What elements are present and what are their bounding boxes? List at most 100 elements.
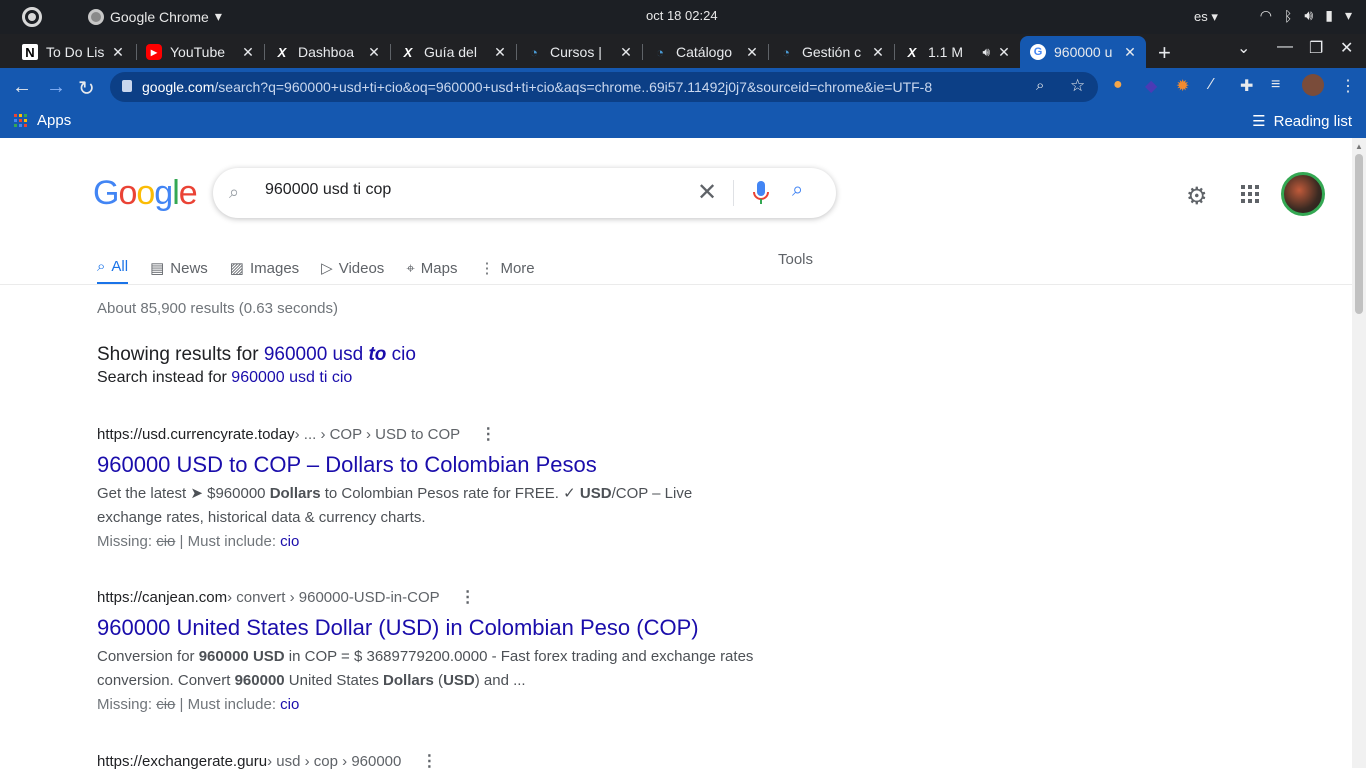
- result-snippet: Conversion for 960000 USD in COP = $ 368…: [97, 648, 754, 689]
- chevron-down-icon: ▾: [214, 8, 222, 24]
- search-result: https://exchangerate.guru › usd › cop › …: [97, 751, 757, 771]
- x-brand-icon: X: [907, 44, 917, 60]
- maximize-button[interactable]: ❐: [1309, 38, 1323, 58]
- close-icon[interactable]: ✕: [996, 44, 1012, 61]
- url-text[interactable]: google.com/search?q=960000+usd+ti+cio&oq…: [142, 79, 932, 95]
- tab-playing-audio[interactable]: X 1.1 M 🔊︎ ✕: [882, 36, 1020, 68]
- google-apps-icon[interactable]: [1241, 185, 1259, 203]
- x-brand-icon: X: [277, 44, 287, 60]
- result-url[interactable]: https://exchangerate.guru › usd › cop › …: [97, 751, 757, 771]
- reading-list-icon: ☰: [1252, 113, 1266, 130]
- site-icon: ◔: [530, 44, 538, 60]
- search-icon: ⌕: [97, 258, 106, 275]
- minimize-button[interactable]: —: [1277, 38, 1293, 56]
- corrected-query-link[interactable]: 960000 usd to cio: [264, 344, 416, 365]
- must-include-link[interactable]: cio: [280, 533, 299, 550]
- search-result: https://usd.currencyrate.today › ... › C…: [97, 424, 757, 554]
- profile-avatar[interactable]: [1302, 74, 1324, 96]
- image-icon: ▨: [229, 260, 244, 277]
- apps-grid-icon: [14, 114, 27, 127]
- media-control-icon[interactable]: ≡: [1271, 76, 1280, 94]
- account-avatar[interactable]: [1281, 172, 1325, 216]
- tab-cursos[interactable]: ◔ Cursos | ✕: [504, 36, 642, 68]
- missing-terms: Missing: cio | Must include: cio: [97, 533, 300, 550]
- input-language[interactable]: es ▾: [1194, 9, 1218, 25]
- google-logo[interactable]: Google: [93, 174, 198, 213]
- page-scrollbar[interactable]: ▲: [1352, 138, 1366, 768]
- reading-list-button[interactable]: ☰ Reading list: [1252, 112, 1352, 131]
- tab-videos[interactable]: ▷ Videos: [321, 251, 384, 285]
- volume-icon: 🔊︎: [1304, 7, 1314, 23]
- reload-button[interactable]: ↻: [78, 76, 95, 101]
- new-tab-button[interactable]: +: [1158, 40, 1171, 66]
- search-icon: ⌕: [229, 182, 240, 202]
- tab-more[interactable]: ⋮ More: [479, 251, 534, 285]
- x-brand-icon: X: [403, 44, 413, 60]
- tab-images[interactable]: ▨ Images: [230, 251, 299, 285]
- menu-icon[interactable]: ⋮: [1340, 76, 1356, 96]
- apps-shortcut[interactable]: Apps: [14, 112, 71, 129]
- chrome-icon: [88, 8, 104, 25]
- extension-icon[interactable]: ◆: [1145, 76, 1157, 96]
- more-vert-icon[interactable]: ⋮: [480, 424, 496, 444]
- tab-gestion[interactable]: ◔ Gestión c ✕: [756, 36, 894, 68]
- extension-icon[interactable]: ✹: [1176, 76, 1189, 96]
- bookmark-star-icon[interactable]: ☆: [1070, 76, 1085, 96]
- result-title-link[interactable]: 960000 USD to COP – Dollars to Colombian…: [97, 452, 757, 478]
- wifi-icon: ◠: [1259, 7, 1273, 23]
- scrollbar-thumb[interactable]: [1355, 154, 1363, 314]
- original-query-link[interactable]: 960000 usd ti cio: [231, 369, 352, 386]
- audio-playing-icon[interactable]: 🔊︎: [982, 45, 990, 60]
- clear-icon[interactable]: ✕: [697, 178, 717, 207]
- missing-terms: Missing: cio | Must include: cio: [97, 696, 300, 713]
- scroll-up-icon[interactable]: ▲: [1355, 142, 1363, 151]
- must-include-link[interactable]: cio: [280, 696, 299, 713]
- search-instead: Search instead for 960000 usd ti cio: [97, 369, 353, 386]
- more-vert-icon[interactable]: ⋮: [460, 587, 476, 607]
- address-bar[interactable]: google.com/search?q=960000+usd+ti+cio&oq…: [110, 72, 1098, 102]
- lock-icon[interactable]: [122, 80, 132, 92]
- tab-all[interactable]: ⌕ All: [97, 251, 129, 285]
- back-button[interactable]: ←: [12, 76, 32, 99]
- extension-icon[interactable]: ●: [1113, 76, 1123, 94]
- tab-catalogo[interactable]: ◔ Catálogo ✕: [630, 36, 768, 68]
- site-icon: ◔: [782, 44, 790, 60]
- activities-icon[interactable]: [22, 7, 42, 27]
- search-submit-icon[interactable]: ⌕: [792, 179, 803, 202]
- tab-guia[interactable]: X Guía del ✕: [378, 36, 516, 68]
- system-top-bar: Google Chrome ▾ oct 18 02:24 es ▾ ◠ ᛒ 🔊︎…: [0, 0, 1366, 34]
- search-input[interactable]: [265, 181, 685, 199]
- tab-google-search[interactable]: G 960000 u ✕: [1020, 36, 1146, 68]
- tab-maps[interactable]: ⌖ Maps: [406, 251, 457, 285]
- notion-icon: N: [22, 44, 38, 60]
- gear-icon[interactable]: ⚙: [1186, 182, 1208, 211]
- tab-todo[interactable]: N To Do Lis ✕: [0, 36, 134, 68]
- close-icon[interactable]: ✕: [1122, 44, 1138, 61]
- system-tray[interactable]: ◠ ᛒ 🔊︎ ▮ ▾: [1260, 7, 1352, 24]
- microphone-icon[interactable]: [751, 180, 771, 206]
- search-icon[interactable]: ⌕: [1036, 77, 1044, 94]
- tab-search-button[interactable]: ⌄: [1237, 38, 1250, 58]
- search-results-page: Google ⌕ ✕ ⌕ ⚙ ⌕All ▤News ▨Images ▷Video…: [0, 138, 1366, 771]
- bookmarks-bar: Apps ☰ Reading list: [0, 106, 1366, 138]
- clock[interactable]: oct 18 02:24: [646, 8, 718, 23]
- divider: [0, 284, 1352, 285]
- app-menu[interactable]: Google Chrome ▾: [88, 8, 222, 25]
- close-window-button[interactable]: ✕: [1340, 38, 1353, 58]
- site-icon: ◔: [656, 44, 664, 60]
- extension-icon[interactable]: ⁄: [1210, 76, 1213, 94]
- tab-youtube[interactable]: ▶ YouTube ✕: [124, 36, 264, 68]
- app-name: Google Chrome: [110, 8, 209, 25]
- result-url[interactable]: https://canjean.com › convert › 960000-U…: [97, 587, 757, 607]
- tab-news[interactable]: ▤ News: [150, 251, 208, 285]
- more-vert-icon: ⋮: [479, 260, 495, 277]
- forward-button[interactable]: →: [46, 76, 66, 99]
- more-vert-icon[interactable]: ⋮: [421, 751, 437, 771]
- puzzle-icon[interactable]: ✚: [1240, 76, 1253, 96]
- search-box: ⌕ ✕ ⌕: [213, 168, 836, 218]
- result-url[interactable]: https://usd.currencyrate.today › ... › C…: [97, 424, 757, 444]
- tab-dashboard[interactable]: X Dashboa ✕: [252, 36, 390, 68]
- tools-button[interactable]: Tools: [778, 251, 813, 268]
- map-pin-icon: ⌖: [406, 259, 415, 277]
- result-title-link[interactable]: 960000 United States Dollar (USD) in Col…: [97, 615, 757, 641]
